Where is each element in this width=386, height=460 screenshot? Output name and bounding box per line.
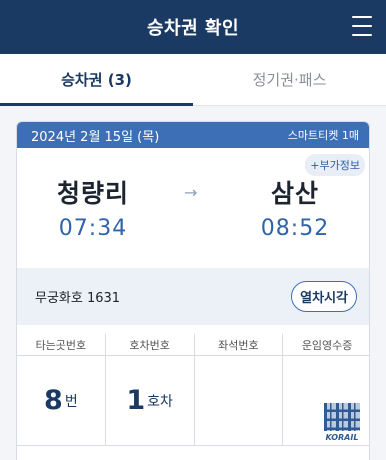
- korail-logo: KORAIL: [325, 433, 359, 442]
- departure-time: 07:34: [58, 216, 128, 241]
- ticket-header: 2024년 2월 15일 (목) 스마트티켓 1매: [17, 122, 369, 148]
- ticket-type: 스마트티켓 1매: [287, 129, 359, 142]
- column-car: 호차번호: [106, 334, 195, 355]
- platform-number: 8: [44, 385, 63, 416]
- column-seat: 좌석번호: [195, 334, 284, 355]
- train-info-row: 무궁화호 1631 열차시각: [17, 268, 369, 325]
- train-name: 무궁화호 1631: [35, 291, 121, 306]
- page-title: 승차권 확인: [146, 18, 240, 39]
- hamburger-menu-icon[interactable]: [352, 16, 372, 36]
- car-unit: 호차: [147, 393, 173, 410]
- ticket-card[interactable]: 2024년 2월 15일 (목) 스마트티켓 1매 +부가정보 청량리 07:3…: [16, 121, 370, 460]
- tab-tickets[interactable]: 승차권 (3): [0, 54, 193, 106]
- seat-cell: [195, 356, 284, 445]
- tab-season-pass[interactable]: 정기권·패스: [193, 54, 386, 105]
- train-times-button[interactable]: 열차시각: [291, 281, 357, 312]
- car-number: 1: [126, 385, 146, 416]
- app-header: 승차권 확인: [0, 0, 386, 54]
- receipt-cell[interactable]: KORAIL: [283, 356, 369, 445]
- qr-code-icon[interactable]: KORAIL: [319, 403, 365, 443]
- seat-info-header: 타는곳번호 호차번호 좌석번호 운임영수증: [17, 334, 369, 356]
- arrival: 삼산 08:52: [225, 174, 365, 241]
- platform-cell: 8 번: [17, 356, 106, 445]
- route-info: 청량리 07:34 → 삼산 08:52: [17, 174, 369, 254]
- platform-unit: 번: [64, 393, 78, 410]
- column-receipt: 운임영수증: [301, 338, 353, 352]
- arrival-time: 08:52: [260, 216, 330, 241]
- seat-info-grid: 타는곳번호 호차번호 좌석번호 운임영수증 8 번 1 호차 KORAIL: [17, 334, 369, 460]
- departure-station: 청량리: [56, 179, 129, 208]
- additional-info-button[interactable]: +부가정보: [305, 154, 365, 176]
- arrival-station: 삼산: [270, 179, 319, 208]
- car-cell: 1 호차: [106, 356, 195, 445]
- seat-info-values: 8 번 1 호차 KORAIL: [17, 356, 369, 446]
- qr-code: [324, 403, 360, 431]
- travel-date: 2024년 2월 15일 (목): [31, 129, 160, 145]
- departure: 청량리 07:34: [23, 174, 163, 241]
- column-platform: 타는곳번호: [17, 334, 106, 355]
- tab-bar: 승차권 (3) 정기권·패스: [0, 54, 386, 106]
- arrow-right-icon: →: [184, 183, 198, 202]
